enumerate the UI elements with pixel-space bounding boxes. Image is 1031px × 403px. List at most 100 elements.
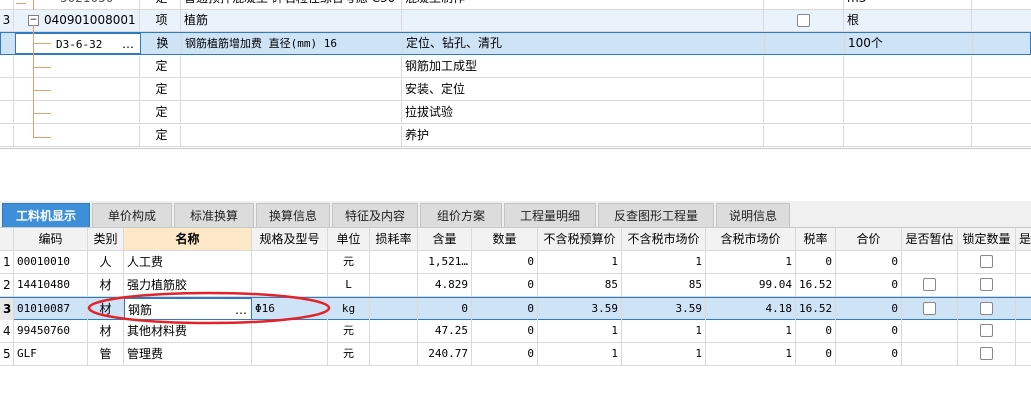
quota-row[interactable]: 定 钢筋加工成型 xyxy=(0,56,1031,78)
material-name[interactable]: 人工费 xyxy=(124,251,252,273)
estimate-checkbox-cell[interactable] xyxy=(902,298,958,320)
splitter[interactable] xyxy=(0,148,1031,202)
quota-type: 换 xyxy=(141,33,182,54)
more-button[interactable]: … xyxy=(122,34,134,53)
material-category: 材 xyxy=(88,298,124,320)
material-loss xyxy=(370,251,418,273)
more-button[interactable]: … xyxy=(235,299,247,319)
tab-unit-price[interactable]: 单价构成 xyxy=(92,203,172,227)
tab-standard-conversion[interactable]: 标准换算 xyxy=(174,203,254,227)
estimate-checkbox[interactable] xyxy=(923,302,936,315)
material-unit: L xyxy=(328,274,370,296)
col-budget-price[interactable]: 不含税预算价 xyxy=(538,228,622,250)
material-row[interactable]: 4 99450760 材其他材料费元 47.25 0 1 1 1 0 0 xyxy=(0,320,1031,343)
material-tax-rate: 0 xyxy=(796,251,836,273)
row-number: 3 xyxy=(0,10,14,31)
quota-row[interactable]: 定 安装、定位 xyxy=(0,79,1031,101)
lock-checkbox-cell[interactable] xyxy=(958,251,1016,273)
col-more[interactable]: 是 xyxy=(1016,228,1031,250)
estimate-checkbox-cell[interactable] xyxy=(902,251,958,273)
col-quantity[interactable]: 数量 xyxy=(472,228,538,250)
material-tax-rate: 16.52 xyxy=(796,274,836,296)
quota-content: 拉拔试验 xyxy=(402,102,764,123)
material-name[interactable]: 管理费 xyxy=(124,343,252,365)
tree-line xyxy=(33,90,51,91)
tab-features[interactable]: 特征及内容 xyxy=(332,203,418,227)
material-name[interactable]: 钢筋… xyxy=(124,298,252,320)
quota-row-selected[interactable]: D3-6-32 … 换 钢筋植筋增加费 直径(mm) 16 定位、钻孔、清孔 1… xyxy=(0,32,1031,55)
quota-content: 安装、定位 xyxy=(402,79,764,100)
col-lock-qty[interactable]: 锁定数量 xyxy=(958,228,1016,250)
lock-checkbox-cell[interactable] xyxy=(958,274,1016,296)
quota-name: 普通预拌混凝土 碎石粒径综合考虑 C30 xyxy=(181,0,402,9)
material-tax-rate: 16.52 xyxy=(796,298,836,320)
quota-row[interactable]: 3 040901008001 项 植筋 根 xyxy=(0,10,1031,32)
material-total: 0 xyxy=(836,320,902,342)
estimate-checkbox[interactable] xyxy=(923,278,936,291)
tab-quantity-detail[interactable]: 工程量明细 xyxy=(504,203,596,227)
extra-cell xyxy=(1016,274,1031,296)
tab-pricing-scheme[interactable]: 组价方案 xyxy=(420,203,502,227)
lock-quantity-checkbox[interactable] xyxy=(980,302,993,315)
quota-row[interactable]: 定 养护 xyxy=(0,125,1031,147)
quota-row-partial[interactable]: 5021050 定 普通预拌混凝土 碎石粒径综合考虑 C30 混凝土制作 m3 xyxy=(0,0,1031,10)
col-market-price[interactable]: 不含税市场价 xyxy=(622,228,706,250)
material-content: 240.77 xyxy=(418,343,472,365)
row-number: 5 xyxy=(0,343,14,365)
col-spec[interactable]: 规格及型号 xyxy=(252,228,328,250)
col-code[interactable]: 编码 xyxy=(14,228,88,250)
quota-unit: 根 xyxy=(844,10,972,31)
col-total[interactable]: 合价 xyxy=(836,228,902,250)
quota-content: 混凝土制作 xyxy=(402,0,764,9)
tab-reverse-lookup[interactable]: 反查图形工程量 xyxy=(598,203,714,227)
tab-labor-material[interactable]: 工料机显示 xyxy=(2,203,90,227)
col-estimate[interactable]: 是否暂估 xyxy=(902,228,958,250)
material-content: 0 xyxy=(418,298,472,320)
quota-type: 定 xyxy=(140,79,181,100)
estimate-checkbox-cell[interactable] xyxy=(902,274,958,296)
extra-cell xyxy=(1016,320,1031,342)
tree-line xyxy=(33,25,34,138)
estimate-checkbox-cell[interactable] xyxy=(902,343,958,365)
material-row[interactable]: 5 GLF 管管理费元 240.77 0 1 1 1 0 0 xyxy=(0,343,1031,366)
material-total: 0 xyxy=(836,298,902,320)
material-loss xyxy=(370,298,418,320)
col-loss[interactable]: 损耗率 xyxy=(370,228,418,250)
material-name[interactable]: 其他材料费 xyxy=(124,320,252,342)
col-content[interactable]: 含量 xyxy=(418,228,472,250)
lock-checkbox-cell[interactable] xyxy=(958,343,1016,365)
material-total: 0 xyxy=(836,251,902,273)
material-row[interactable]: 2 14410480 材强力植筋胶 L 4.829 0 85 85 99.04 16.52 0 xyxy=(0,274,1031,297)
col-name[interactable]: 名称 xyxy=(124,228,252,250)
lock-checkbox-cell[interactable] xyxy=(958,320,1016,342)
lock-quantity-checkbox[interactable] xyxy=(980,255,993,268)
material-tax-rate: 0 xyxy=(796,320,836,342)
material-name[interactable]: 强力植筋胶 xyxy=(124,274,252,296)
material-row[interactable]: 3 01010087 材钢筋… Φ16 kg 0 0 3.59 3.59 4.18 16.52 0 xyxy=(0,297,1031,320)
tab-description[interactable]: 说明信息 xyxy=(716,203,790,227)
quota-row[interactable]: 定 拉拔试验 xyxy=(0,102,1031,124)
tab-conversion-info[interactable]: 换算信息 xyxy=(256,203,330,227)
lock-quantity-checkbox[interactable] xyxy=(980,324,993,337)
quota-name: 植筋 xyxy=(181,10,402,31)
col-tax-rate[interactable]: 税率 xyxy=(796,228,836,250)
extra-cell xyxy=(1016,298,1031,320)
col-unit[interactable]: 单位 xyxy=(328,228,370,250)
material-loss xyxy=(370,320,418,342)
lock-quantity-checkbox[interactable] xyxy=(980,278,993,291)
lock-checkbox-cell[interactable] xyxy=(958,298,1016,320)
quota-type: 项 xyxy=(140,10,181,31)
material-content: 4.829 xyxy=(418,274,472,296)
material-code: GLF xyxy=(14,343,88,365)
lock-quantity-checkbox[interactable] xyxy=(980,347,993,360)
material-market-price: 1 xyxy=(622,251,706,273)
material-row[interactable]: 1 00010010 人人工费元 1,521… 0 1 1 1 0 0 xyxy=(0,251,1031,274)
material-loss xyxy=(370,343,418,365)
top-checkbox[interactable] xyxy=(797,14,810,27)
col-tax-market-price[interactable]: 含税市场价 xyxy=(706,228,796,250)
estimate-checkbox-cell[interactable] xyxy=(902,320,958,342)
material-code: 00010010 xyxy=(14,251,88,273)
col-category[interactable]: 类别 xyxy=(88,228,124,250)
material-tax-market-price: 1 xyxy=(706,343,796,365)
tree-line xyxy=(33,137,51,138)
